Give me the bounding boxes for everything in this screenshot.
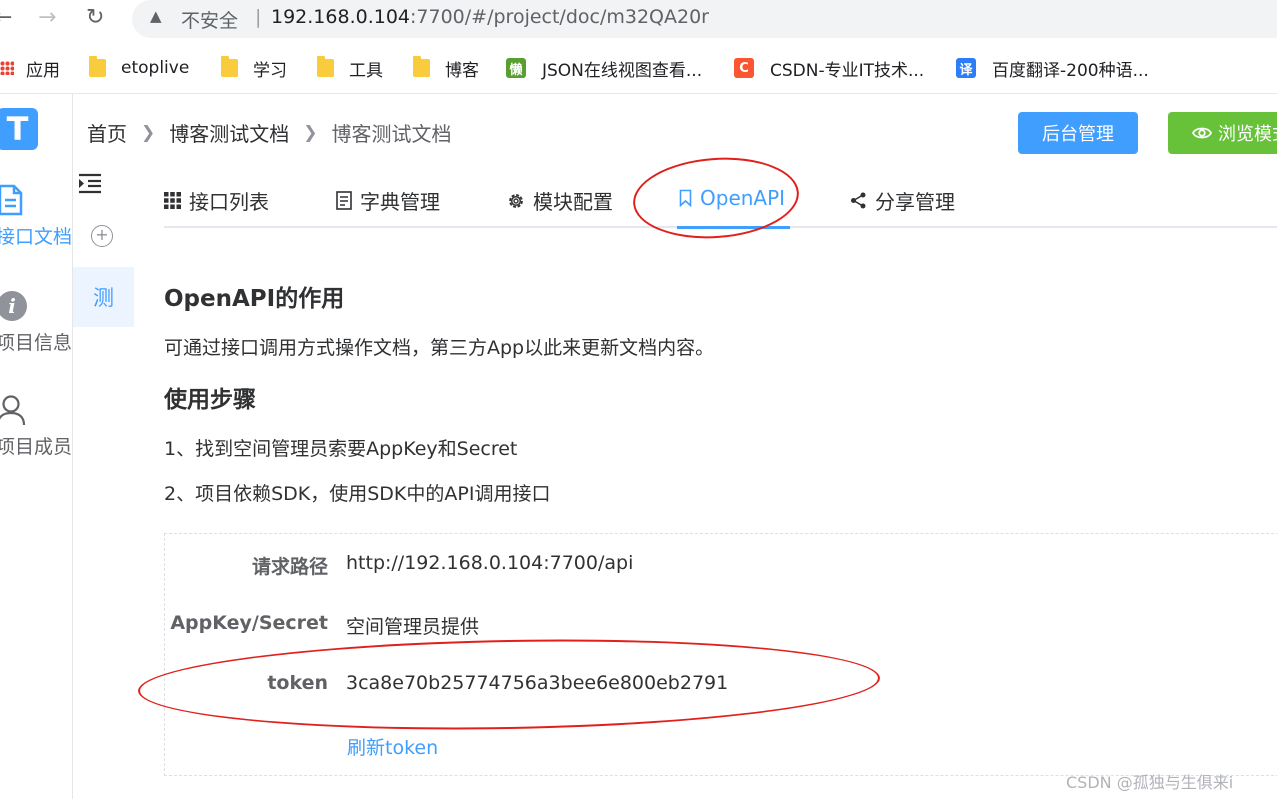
app-logo[interactable]: T — [0, 108, 38, 150]
sidebar-item-label: 接口文档 — [0, 226, 73, 248]
add-circle-icon[interactable]: + — [91, 225, 113, 247]
gear-icon — [507, 192, 525, 210]
bookmarks-bar: 应用 etoplive 学习 工具 博客 懒 JSON在线视图查看... C C… — [0, 48, 1277, 88]
sidebar-item-project-members[interactable]: 项目成员 — [0, 394, 73, 459]
apps-grid-icon — [0, 61, 14, 75]
browse-mode-button[interactable]: 浏览模式 — [1168, 112, 1277, 154]
share-icon — [850, 192, 867, 209]
folder-icon — [317, 56, 334, 77]
security-label[interactable]: 不安全 — [181, 6, 238, 33]
baidu-translate-icon: 译 — [956, 58, 976, 78]
breadcrumb-space[interactable]: 博客测试文档 — [169, 118, 289, 147]
document-icon — [0, 184, 23, 216]
bookmark-study[interactable]: 学习 — [221, 54, 287, 82]
sidebar-item-label: 项目成员 — [0, 436, 73, 458]
reload-icon[interactable]: ↻ — [86, 5, 104, 31]
sub-sidebar-item-test[interactable]: 测 — [73, 267, 134, 327]
tab-api-list[interactable]: 接口列表 — [164, 186, 269, 215]
step-item: 1、找到空间管理员索要AppKey和Secret — [164, 438, 518, 460]
chevron-right-icon: ❯ — [303, 122, 318, 143]
back-arrow-icon[interactable]: ← — [0, 5, 12, 31]
url-separator: | — [255, 6, 262, 28]
main-sidebar: T 接口文档 i 项目信息 项目成员 — [0, 94, 73, 799]
url-text[interactable]: 192.168.0.104:7700/#/project/doc/m32QA20… — [271, 6, 709, 28]
watermark: CSDN @孤独与生俱来i — [1066, 773, 1234, 792]
sidebar-item-project-info[interactable]: i 项目信息 — [0, 290, 73, 355]
appkey-secret-value: 空间管理员提供 — [346, 616, 480, 638]
breadcrumb-project: 博客测试文档 — [331, 122, 452, 146]
forward-arrow-icon[interactable]: → — [38, 5, 56, 31]
sidebar-item-api-docs[interactable]: 接口文档 — [0, 184, 73, 249]
folder-icon — [221, 56, 238, 77]
bookmark-apps[interactable]: 应用 — [0, 54, 60, 82]
collapse-menu-icon[interactable] — [77, 172, 103, 194]
request-path-label: 请求路径 — [251, 556, 328, 578]
browser-address-bar: ← → ↻ ▲ 不安全 | 192.168.0.104:7700/#/proje… — [0, 0, 1277, 38]
bookmark-etoplive[interactable]: etoplive — [89, 54, 189, 82]
info-icon: i — [0, 291, 27, 321]
refresh-token-link[interactable]: 刷新token — [347, 733, 438, 760]
breadcrumb: 首页 ❯ 博客测试文档 ❯ 博客测试文档 — [87, 118, 452, 147]
eye-icon — [1192, 127, 1212, 139]
section-description: 可通过接口调用方式操作文档，第三方App以此来更新文档内容。 — [164, 337, 715, 359]
step-item: 2、项目依赖SDK，使用SDK中的API调用接口 — [164, 483, 551, 505]
grid-icon — [164, 192, 181, 209]
folder-icon — [413, 56, 430, 77]
bookmark-csdn[interactable]: C CSDN-专业IT技术... — [734, 54, 924, 82]
bookmark-baidu-translate[interactable]: 译 百度翻译-200种语... — [956, 54, 1149, 82]
bookmark-json-viewer[interactable]: 懒 JSON在线视图查看... — [506, 54, 702, 82]
sidebar-item-label: 项目信息 — [0, 332, 73, 354]
steps-title: 使用步骤 — [164, 387, 256, 413]
divider — [0, 93, 1277, 94]
csdn-icon: C — [734, 58, 754, 78]
dict-icon — [336, 191, 352, 210]
bookmark-tools[interactable]: 工具 — [317, 54, 383, 82]
user-icon — [0, 395, 26, 426]
tab-module-config[interactable]: 模块配置 — [507, 186, 613, 215]
chevron-right-icon: ❯ — [141, 122, 156, 143]
breadcrumb-home[interactable]: 首页 — [87, 118, 127, 147]
admin-button[interactable]: 后台管理 — [1018, 112, 1138, 154]
warning-icon[interactable]: ▲ — [150, 7, 162, 25]
appkey-secret-label: AppKey/Secret — [170, 612, 328, 634]
annotation-circle — [630, 152, 802, 244]
request-path-value: http://192.168.0.104:7700/api — [346, 552, 634, 574]
lan-icon: 懒 — [506, 58, 526, 78]
svg-text:i: i — [8, 294, 16, 318]
tab-share-management[interactable]: 分享管理 — [850, 186, 955, 215]
section-title: OpenAPI的作用 — [164, 286, 345, 312]
folder-icon — [89, 56, 106, 77]
bookmark-blog[interactable]: 博客 — [413, 54, 479, 82]
tab-dictionary[interactable]: 字典管理 — [336, 186, 440, 215]
